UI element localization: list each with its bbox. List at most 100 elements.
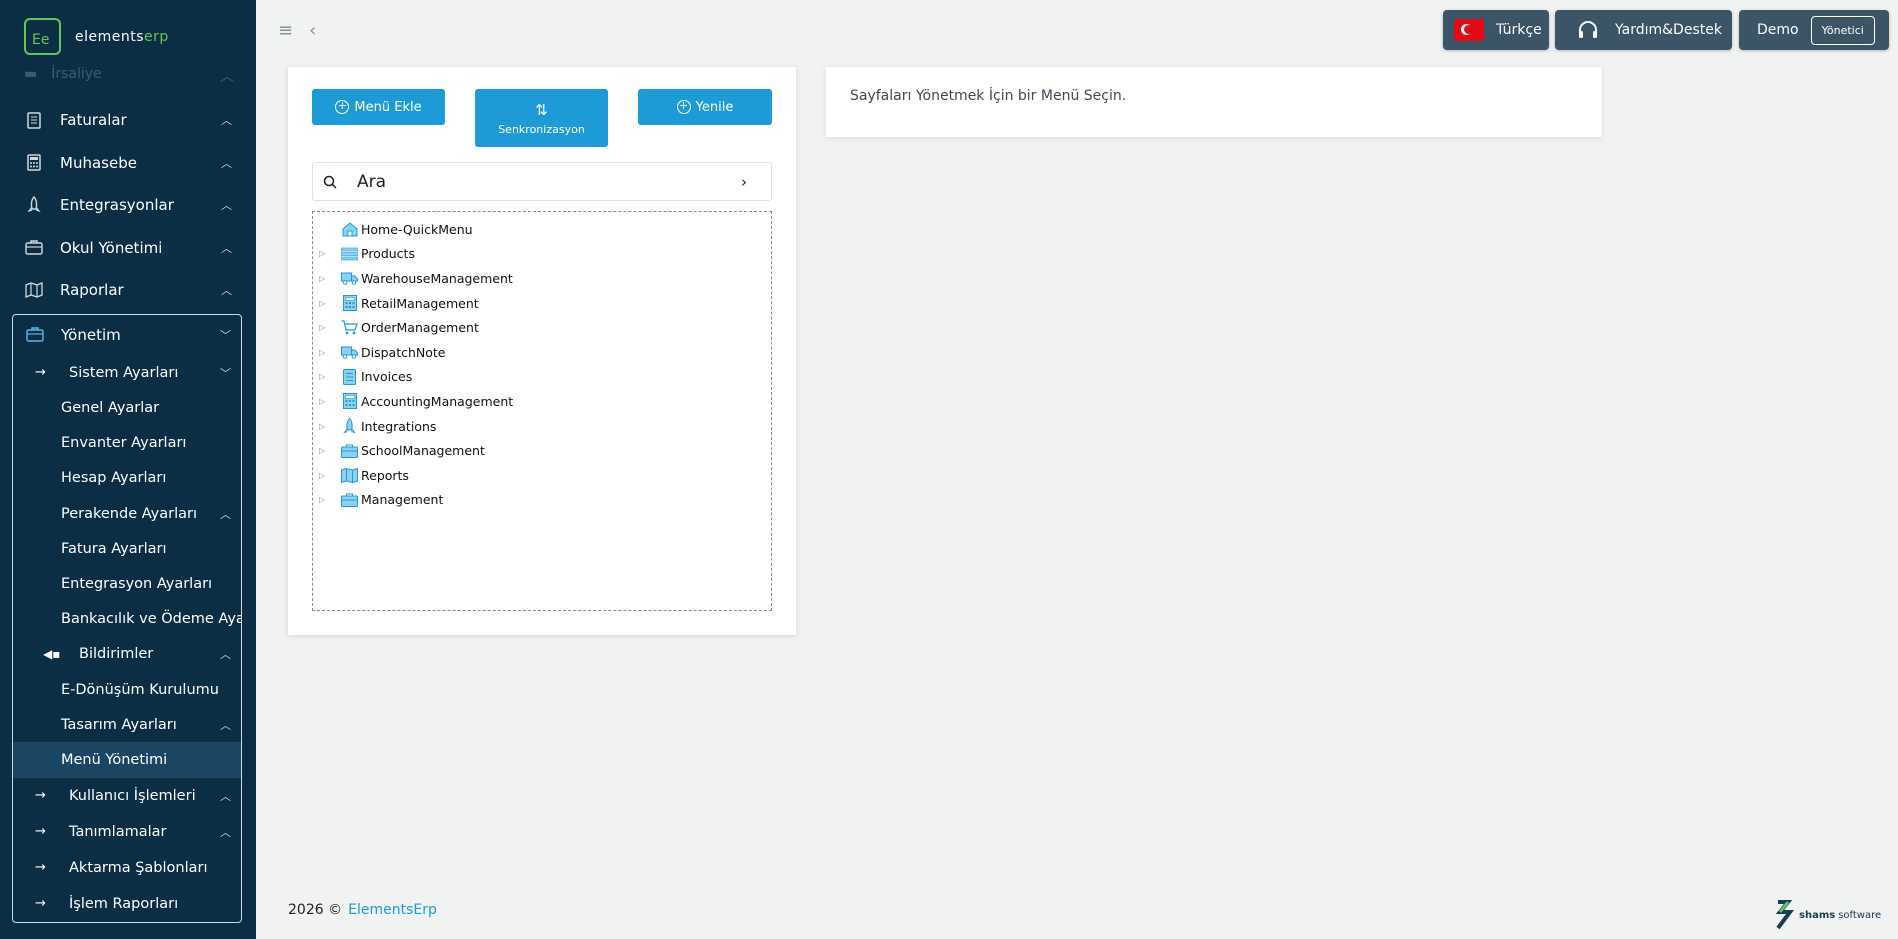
sidebar-item-genel-ayarlar[interactable]: Genel Ayarlar xyxy=(13,391,241,426)
info-panel: Sayfaları Yönetmek İçin bir Menü Seçin. xyxy=(826,67,1602,137)
tree-node-label: Invoices xyxy=(361,369,413,385)
menu-tree-panel: +Menü Ekle ⇅ Senkronizasyon +Yenile › Ho… xyxy=(288,67,796,635)
shams-logo-icon xyxy=(1775,900,1794,930)
expand-triangle-icon[interactable]: ▷ xyxy=(319,446,325,455)
tree-node[interactable]: ▷ RetailManagement xyxy=(313,291,771,316)
sidebar-item-entegrasyon-ayarlari[interactable]: Entegrasyon Ayarları xyxy=(13,566,241,601)
briefcase-icon xyxy=(24,239,44,257)
turkey-flag-icon xyxy=(1454,19,1484,41)
search-input[interactable] xyxy=(357,171,717,192)
tree-node[interactable]: ▷ Integrations xyxy=(313,414,771,439)
briefcase-icon xyxy=(341,443,358,459)
logo-text: elementserp xyxy=(75,28,169,45)
sidebar-item-envanter-ayarlari[interactable]: Envanter Ayarları xyxy=(13,426,241,461)
sidebar-item-entegrasyonlar[interactable]: Entegrasyonlar ︿ xyxy=(12,184,242,227)
sidebar-item-okul-yonetimi[interactable]: Okul Yönetimi ︿ xyxy=(12,227,242,270)
expand-triangle-icon[interactable]: ▷ xyxy=(319,397,325,406)
tree-node[interactable]: ▷ WarehouseManagement xyxy=(313,266,771,291)
sidebar-item-islem-raporlari[interactable]: → İşlem Raporları xyxy=(13,886,241,922)
sidebar-item-muhasebe[interactable]: Muhasebe ︿ xyxy=(12,142,242,185)
hamburger-menu-icon[interactable]: ≡ xyxy=(278,20,293,41)
sidebar-item-bankacilik-ayarlari[interactable]: Bankacılık ve Ödeme Ayarları xyxy=(13,602,241,637)
sidebar-item-tanimlamalar[interactable]: → Tanımlamalar ︿ xyxy=(13,814,241,850)
plus-circle-icon: + xyxy=(676,100,691,114)
chevron-up-icon: ︿ xyxy=(221,156,232,170)
expand-triangle-icon[interactable]: ▷ xyxy=(319,471,325,480)
chevron-up-icon: ︿ xyxy=(221,241,232,255)
collapse-chevron-icon[interactable]: ‹ xyxy=(309,20,316,41)
home-icon xyxy=(341,221,358,237)
briefcase-icon xyxy=(341,492,358,508)
header-controls: ≡ ‹ xyxy=(278,20,316,41)
chevron-up-icon: ︿ xyxy=(220,825,231,839)
expand-triangle-icon[interactable]: ▷ xyxy=(319,372,325,381)
tree-node[interactable]: ▷ SchoolManagement xyxy=(313,438,771,463)
sidebar-group-yonetim: Yönetim ﹀ → Sistem Ayarları ﹀ Genel Ayar… xyxy=(12,313,242,923)
chevron-up-icon: ︿ xyxy=(220,648,231,662)
sidebar-item-perakende-ayarlari[interactable]: Perakende Ayarları ︿ xyxy=(13,496,241,531)
calculator-icon xyxy=(341,295,358,312)
expand-triangle-icon[interactable]: ▷ xyxy=(319,274,325,283)
sidebar-nav: Faturalar ︿ Muhasebe ︿ Entegrasyonlar ︿ … xyxy=(12,99,242,923)
megaphone-icon: ◀▪ xyxy=(43,647,61,662)
tree-node[interactable]: ▷ Invoices xyxy=(313,365,771,390)
map-icon xyxy=(341,467,358,483)
sidebar-item-yonetim[interactable]: Yönetim ﹀ xyxy=(13,315,241,355)
expand-triangle-icon[interactable]: ▷ xyxy=(319,422,325,431)
expand-triangle-icon[interactable]: ▷ xyxy=(319,323,325,332)
tree-node-label: RetailManagement xyxy=(361,295,479,311)
arrow-right-icon: → xyxy=(35,824,46,840)
tree-node[interactable]: ▷ Management xyxy=(313,488,771,513)
sidebar-item-hesap-ayarlari[interactable]: Hesap Ayarları xyxy=(13,461,241,496)
role-badge: Yönetici xyxy=(1810,15,1875,45)
sidebar-item-aktarma-sablonlari[interactable]: → Aktarma Şablonları xyxy=(13,850,241,886)
expand-triangle-icon[interactable]: ▷ xyxy=(319,495,325,504)
language-button[interactable]: Türkçe xyxy=(1443,10,1549,50)
chevron-down-icon: ﹀ xyxy=(220,366,231,380)
refresh-button[interactable]: + Yenile xyxy=(638,89,772,125)
chevron-right-icon[interactable]: › xyxy=(741,173,747,191)
sidebar-item-sistem-ayarlari[interactable]: → Sistem Ayarları ﹀ xyxy=(13,355,241,391)
tree-node-label: Products xyxy=(361,246,415,262)
calculator-icon xyxy=(24,154,44,172)
sidebar-item-tasarim-ayarlari[interactable]: Tasarım Ayarları ︿ xyxy=(13,707,241,742)
sidebar-item-irsaliye[interactable]: ▬ İrsaliye ︿ xyxy=(24,66,234,85)
tree-node-label: AccountingManagement xyxy=(361,393,514,409)
tree-node[interactable]: ▷ OrderManagement xyxy=(313,315,771,340)
sidebar-item-fatura-ayarlari[interactable]: Fatura Ayarları xyxy=(13,531,241,566)
logo[interactable]: Ee elementserp xyxy=(24,18,169,55)
sidebar-item-faturalar[interactable]: Faturalar ︿ xyxy=(12,99,242,142)
tree-node-label: Management xyxy=(361,492,444,508)
footer-brand-link[interactable]: ElementsErp xyxy=(348,902,437,918)
tree-node[interactable]: ▷ Reports xyxy=(313,463,771,488)
sidebar-item-raporlar[interactable]: Raporlar ︿ xyxy=(12,269,242,312)
tree-node[interactable]: ▷ Products xyxy=(313,242,771,267)
expand-triangle-icon[interactable]: ▷ xyxy=(319,299,325,308)
expand-triangle-icon[interactable]: ▷ xyxy=(319,249,325,258)
truck-icon: ▬ xyxy=(24,66,38,82)
chevron-up-icon: ︿ xyxy=(220,69,234,85)
chevron-up-icon: ︿ xyxy=(220,789,231,803)
sidebar-item-bildirimler[interactable]: ◀▪ Bildirimler ︿ xyxy=(13,637,241,672)
expand-triangle-icon[interactable]: ▷ xyxy=(319,348,325,357)
plus-circle-icon: + xyxy=(335,100,350,114)
tree-node[interactable]: Home-QuickMenu xyxy=(313,217,771,242)
tree-node[interactable]: ▷ AccountingManagement xyxy=(313,389,771,414)
tree-node[interactable]: ▷ DispatchNote xyxy=(313,340,771,365)
list-icon xyxy=(341,246,358,262)
chevron-down-icon: ﹀ xyxy=(220,328,231,342)
sidebar-item-e-donusum-kurulumu[interactable]: E-Dönüşüm Kurulumu xyxy=(13,672,241,707)
user-menu-button[interactable]: Demo Yönetici xyxy=(1739,10,1889,50)
add-menu-button[interactable]: + Menü Ekle xyxy=(312,89,445,125)
tree-node-label: Home-QuickMenu xyxy=(361,221,473,237)
sidebar-item-menu-yonetimi[interactable]: Menü Yönetimi xyxy=(13,742,241,778)
help-support-button[interactable]: Yardım&Destek xyxy=(1555,10,1732,50)
chevron-up-icon: ︿ xyxy=(220,507,231,521)
truck-icon xyxy=(341,344,358,360)
vendor-logo: shams software xyxy=(1774,900,1881,930)
footer: 2026 © ElementsErp xyxy=(288,902,437,918)
tree-node-label: SchoolManagement xyxy=(361,443,485,459)
arrow-right-icon: → xyxy=(35,365,46,380)
sync-button[interactable]: ⇅ Senkronizasyon xyxy=(475,89,608,147)
sidebar-item-kullanici-islemleri[interactable]: → Kullanıcı İşlemleri ︿ xyxy=(13,778,241,814)
